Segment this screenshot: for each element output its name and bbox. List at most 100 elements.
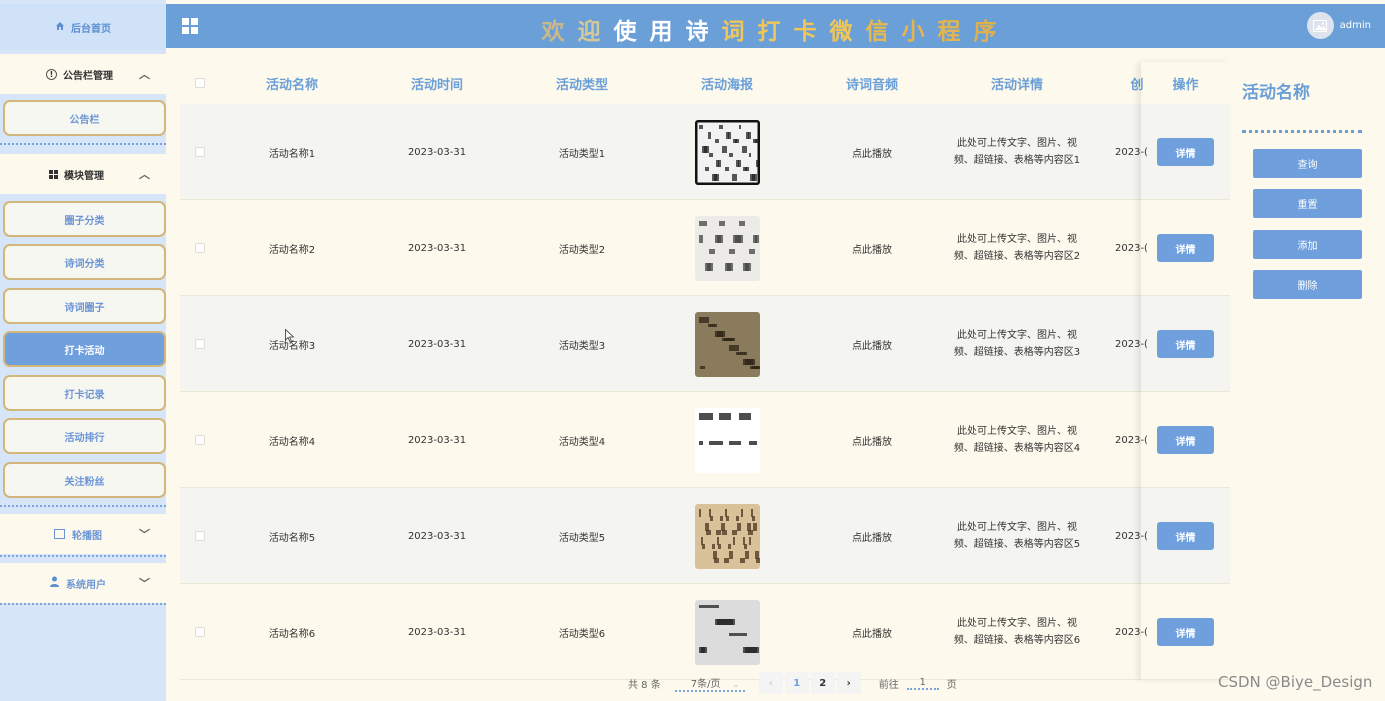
activity-table: 活动名称 活动时间 活动类型 活动海报 诗词音频 活动详情 创 活动名称1 20…	[180, 62, 1230, 680]
detail-line: 此处可上传文字、图片、视	[957, 426, 1077, 437]
detail-button[interactable]: 详情	[1157, 234, 1214, 262]
detail-button[interactable]: 详情	[1157, 618, 1214, 646]
sidebar-item-checkin-activity[interactable]: 打卡活动	[3, 331, 166, 367]
th-name[interactable]: 活动名称	[242, 74, 342, 93]
divider	[0, 143, 166, 145]
row-checkbox[interactable]	[194, 584, 206, 680]
th-poster[interactable]: 活动海报	[677, 74, 777, 93]
delete-button[interactable]: 删除	[1253, 270, 1362, 299]
detail-button[interactable]: 详情	[1157, 138, 1214, 166]
sidebar-item-followers[interactable]: 关注粉丝	[3, 462, 166, 498]
detail-line: 此处可上传文字、图片、视	[957, 522, 1077, 533]
cell-audio-link[interactable]: 点此播放	[822, 296, 922, 392]
title-char: 信	[865, 19, 902, 45]
sidebar-item-poem-category[interactable]: 诗词分类	[3, 244, 166, 280]
detail-line: 此处可上传文字、图片、视	[957, 234, 1077, 245]
sidebar-section-modules[interactable]: 模块管理 ︿	[0, 154, 166, 194]
row-checkbox[interactable]	[194, 104, 206, 200]
detail-line: 频、超链接、表格等内容区6	[953, 635, 1081, 646]
cell-type: 活动类型1	[558, 148, 606, 160]
detail-line: 频、超链接、表格等内容区1	[953, 155, 1081, 166]
poster-image[interactable]	[694, 215, 760, 281]
chevron-down-icon: ﹀	[139, 577, 150, 590]
sidebar-section-label: 公告栏管理	[63, 70, 113, 82]
sidebar-home[interactable]: 后台首页	[0, 4, 166, 50]
page-size-select[interactable]: 7条/页 ⌄	[674, 675, 745, 692]
sidebar-item-activity-rank[interactable]: 活动排行	[3, 418, 166, 454]
reset-button[interactable]: 重置	[1253, 189, 1362, 218]
poster-image[interactable]	[694, 407, 760, 473]
cell-poster[interactable]	[677, 104, 777, 200]
cell-detail: 此处可上传文字、图片、视 频、超链接、表格等内容区5	[947, 488, 1087, 584]
poster-image[interactable]	[694, 311, 760, 377]
detail-button[interactable]: 详情	[1157, 426, 1214, 454]
th-detail[interactable]: 活动详情	[967, 74, 1067, 93]
sidebar-section-label: 系统用户	[66, 579, 106, 591]
divider	[0, 505, 166, 507]
goto-input[interactable]: 1	[906, 677, 939, 690]
cell-type: 活动类型3	[558, 340, 606, 352]
cell-time: 2023-03-31	[407, 530, 467, 542]
sidebar-item-circle-category[interactable]: 圈子分类	[3, 201, 166, 237]
th-audio[interactable]: 诗词音频	[822, 74, 922, 93]
search-panel: 活动名称 查询 重置 添加 删除	[1232, 62, 1385, 701]
detail-button[interactable]: 详情	[1157, 522, 1214, 550]
add-button[interactable]: 添加	[1253, 230, 1362, 259]
sidebar-section-carousel[interactable]: 轮播图 ﹀	[0, 514, 166, 554]
cell-poster[interactable]	[677, 488, 777, 584]
row-checkbox[interactable]	[194, 392, 206, 488]
chevron-down-icon: ⌄	[731, 678, 741, 690]
user-menu[interactable]: admin	[1306, 12, 1371, 39]
th-time[interactable]: 活动时间	[387, 74, 487, 93]
image-icon	[54, 529, 65, 539]
cell-audio-link[interactable]: 点此播放	[822, 392, 922, 488]
detail-line: 此处可上传文字、图片、视	[957, 618, 1077, 629]
detail-button[interactable]: 详情	[1157, 330, 1214, 358]
cell-time: 2023-03-31	[407, 434, 467, 446]
cell-name: 活动名称1	[268, 148, 316, 160]
user-icon	[49, 576, 60, 590]
sidebar-section-system-users[interactable]: 系统用户 ﹀	[0, 563, 166, 603]
row-checkbox[interactable]	[194, 296, 206, 392]
prev-page-button[interactable]: ‹	[758, 672, 783, 694]
sidebar-home-label: 后台首页	[71, 23, 111, 35]
sidebar-item-poem-circle[interactable]: 诗词圈子	[3, 288, 166, 324]
cell-detail: 此处可上传文字、图片、视 频、超链接、表格等内容区6	[947, 584, 1087, 680]
chevron-down-icon: ﹀	[139, 528, 150, 541]
next-page-button[interactable]: ›	[836, 672, 861, 694]
select-all-checkbox[interactable]	[194, 62, 206, 104]
row-checkbox[interactable]	[194, 488, 206, 584]
cell-audio-link[interactable]: 点此播放	[822, 200, 922, 296]
th-type[interactable]: 活动类型	[532, 74, 632, 93]
cell-poster[interactable]	[677, 296, 777, 392]
cell-poster[interactable]	[677, 392, 777, 488]
cell-poster[interactable]	[677, 584, 777, 680]
sidebar-item-notice[interactable]: 公告栏	[3, 100, 166, 136]
poster-image[interactable]	[694, 119, 760, 185]
table-row: 活动名称4 2023-03-31 活动类型4 点此播放 此处可上传文字、图片、视…	[180, 392, 1230, 488]
row-checkbox[interactable]	[194, 200, 206, 296]
page-1[interactable]: 1	[784, 672, 809, 694]
page-2[interactable]: 2	[810, 672, 835, 694]
sidebar-item-checkin-record[interactable]: 打卡记录	[3, 375, 166, 411]
chevron-up-icon: ︿	[139, 168, 150, 181]
title-char: 打	[757, 19, 794, 45]
cell-name: 活动名称4	[268, 436, 316, 448]
poster-image[interactable]	[694, 503, 760, 569]
cell-audio-link[interactable]: 点此播放	[822, 104, 922, 200]
avatar	[1306, 12, 1334, 39]
cell-detail: 此处可上传文字、图片、视 频、超链接、表格等内容区3	[947, 296, 1087, 392]
username: admin	[1339, 20, 1371, 31]
cell-name: 活动名称2	[268, 244, 316, 256]
table-row: 活动名称3 2023-03-31 活动类型3 点此播放 此处可上传文字、图片、视…	[180, 296, 1230, 392]
cell-audio-link[interactable]: 点此播放	[822, 488, 922, 584]
cell-audio-link[interactable]: 点此播放	[822, 584, 922, 680]
divider	[0, 555, 166, 557]
sidebar-section-notice[interactable]: ! 公告栏管理 ︿	[0, 54, 166, 94]
sidebar: 后台首页 配置 ! 公告栏管理 ︿ 公告栏 模块管理 ︿ 圈子分类 诗词分类 诗…	[0, 0, 166, 701]
poster-image[interactable]	[694, 599, 760, 665]
query-button[interactable]: 查询	[1253, 149, 1362, 178]
cell-poster[interactable]	[677, 200, 777, 296]
cell-type: 活动类型6	[558, 628, 606, 640]
search-input-underline[interactable]	[1242, 130, 1362, 133]
